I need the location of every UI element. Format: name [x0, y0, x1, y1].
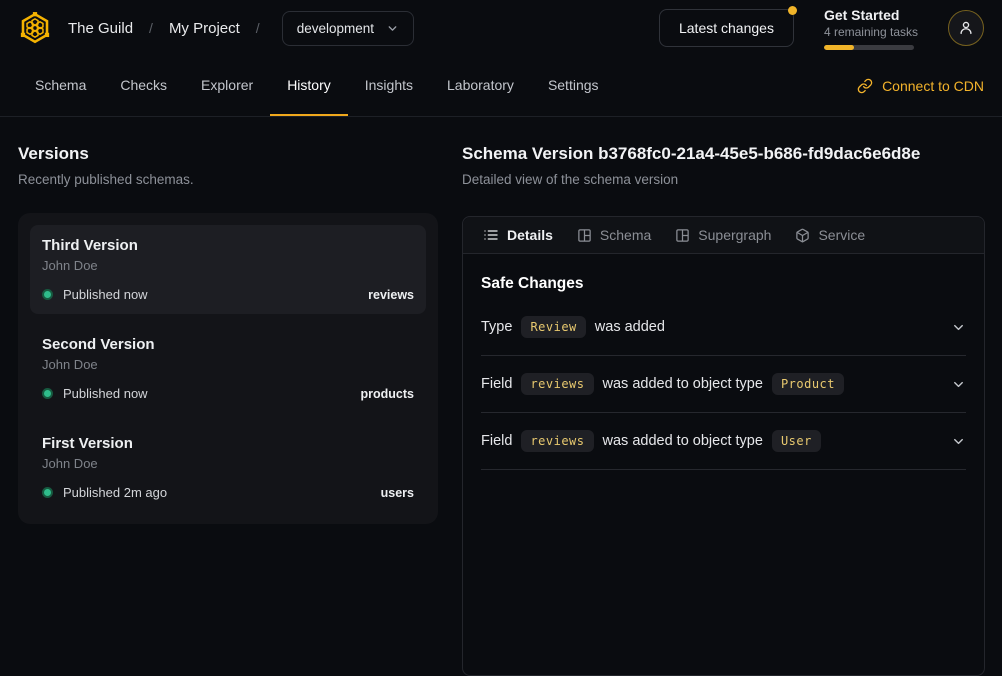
get-started-progress-fill — [824, 45, 854, 50]
latest-changes-label: Latest changes — [679, 20, 774, 36]
main-nav: Schema Checks Explorer History Insights … — [0, 56, 1002, 117]
changes-list: Type Review was added Field reviews was … — [481, 299, 966, 470]
published-text: Published 2m ago — [63, 485, 167, 500]
version-title: First Version — [42, 435, 414, 452]
environment-selector[interactable]: development — [282, 11, 414, 46]
connect-to-cdn-label: Connect to CDN — [882, 78, 984, 94]
change-suffix: was added to object type — [603, 433, 763, 449]
safe-changes-title: Safe Changes — [481, 275, 966, 293]
chevron-down-icon[interactable] — [951, 434, 966, 449]
link-icon — [857, 78, 873, 94]
header-left: The Guild / My Project / development — [18, 11, 414, 46]
user-icon — [957, 19, 975, 37]
published-text: Published now — [63, 386, 148, 401]
version-author: John Doe — [42, 357, 414, 372]
user-avatar-button[interactable] — [948, 10, 984, 46]
published-status-dot — [42, 487, 53, 498]
breadcrumb-project[interactable]: My Project — [169, 20, 240, 37]
tab-history[interactable]: History — [270, 56, 348, 116]
nav-spacer — [616, 56, 858, 116]
versions-section: Versions Recently published schemas. Thi… — [18, 144, 438, 676]
get-started-title: Get Started — [824, 7, 918, 23]
detail-panel-tabs: Details Schema Sup — [463, 217, 984, 254]
schema-version-title: Schema Version b3768fc0-21a4-45e5-b686-f… — [462, 144, 985, 164]
list-icon — [483, 227, 499, 243]
change-prefix: Field — [481, 433, 512, 449]
chevron-down-icon — [386, 22, 399, 35]
type-code-badge: Product — [772, 373, 844, 395]
type-code-badge: User — [772, 430, 821, 452]
type-code-badge: Review — [521, 316, 585, 338]
chevron-down-icon[interactable] — [951, 320, 966, 335]
tab-service[interactable]: Service — [795, 227, 865, 243]
chevron-down-icon[interactable] — [951, 377, 966, 392]
tab-supergraph[interactable]: Supergraph — [675, 227, 771, 243]
panels-icon — [577, 228, 592, 243]
get-started-subtitle: 4 remaining tasks — [824, 25, 918, 39]
version-title: Second Version — [42, 336, 414, 353]
breadcrumb-separator: / — [149, 20, 153, 36]
tab-supergraph-label: Supergraph — [698, 227, 771, 243]
service-name-badge: users — [381, 486, 414, 500]
tab-checks[interactable]: Checks — [103, 56, 184, 116]
versions-list: Third Version John Doe Published now rev… — [18, 213, 438, 524]
tab-laboratory[interactable]: Laboratory — [430, 56, 531, 116]
published-text: Published now — [63, 287, 148, 302]
change-row[interactable]: Field reviews was added to object type U… — [481, 413, 966, 470]
version-title: Third Version — [42, 237, 414, 254]
tab-details-label: Details — [507, 227, 553, 243]
schema-version-section: Schema Version b3768fc0-21a4-45e5-b686-f… — [462, 144, 985, 676]
change-row[interactable]: Type Review was added — [481, 299, 966, 356]
change-suffix: was added — [595, 319, 665, 335]
tab-explorer[interactable]: Explorer — [184, 56, 270, 116]
breadcrumb-separator: / — [256, 20, 260, 36]
header-right: Latest changes Get Started 4 remaining t… — [659, 7, 984, 50]
hive-logo-icon[interactable] — [18, 11, 52, 45]
cube-icon — [795, 228, 810, 243]
main-content: Versions Recently published schemas. Thi… — [0, 117, 1002, 676]
tab-settings[interactable]: Settings — [531, 56, 616, 116]
breadcrumb-org[interactable]: The Guild — [68, 20, 133, 37]
get-started-widget[interactable]: Get Started 4 remaining tasks — [824, 7, 918, 50]
versions-subtitle: Recently published schemas. — [18, 172, 438, 187]
change-prefix: Field — [481, 376, 512, 392]
connect-to-cdn-link[interactable]: Connect to CDN — [857, 56, 984, 116]
version-status-row: Published now reviews — [42, 287, 414, 302]
change-suffix: was added to object type — [603, 376, 763, 392]
version-detail-panel: Details Schema Sup — [462, 216, 985, 676]
tab-details[interactable]: Details — [483, 227, 553, 243]
version-author: John Doe — [42, 258, 414, 273]
panels-icon — [675, 228, 690, 243]
version-status-row: Published now products — [42, 386, 414, 401]
service-name-badge: reviews — [368, 288, 414, 302]
version-list-item[interactable]: Third Version John Doe Published now rev… — [30, 225, 426, 314]
tab-service-label: Service — [818, 227, 865, 243]
published-status-dot — [42, 388, 53, 399]
version-list-item[interactable]: Second Version John Doe Published now pr… — [30, 324, 426, 413]
get-started-progress — [824, 45, 914, 50]
change-prefix: Type — [481, 319, 512, 335]
tab-insights[interactable]: Insights — [348, 56, 430, 116]
version-list-item[interactable]: First Version John Doe Published 2m ago … — [30, 423, 426, 512]
environment-selector-value: development — [297, 21, 374, 36]
service-name-badge: products — [361, 387, 414, 401]
tab-schema-view-label: Schema — [600, 227, 651, 243]
app-header: The Guild / My Project / development Lat… — [0, 0, 1002, 56]
version-status-row: Published 2m ago users — [42, 485, 414, 500]
published-status-dot — [42, 289, 53, 300]
tab-schema-view[interactable]: Schema — [577, 227, 651, 243]
schema-version-subtitle: Detailed view of the schema version — [462, 172, 985, 187]
field-code-badge: reviews — [521, 430, 593, 452]
notification-dot — [788, 6, 797, 15]
tab-schema[interactable]: Schema — [18, 56, 103, 116]
detail-panel-body: Safe Changes Type Review was added Field… — [463, 254, 984, 470]
version-author: John Doe — [42, 456, 414, 471]
latest-changes-button[interactable]: Latest changes — [659, 9, 794, 47]
field-code-badge: reviews — [521, 373, 593, 395]
change-row[interactable]: Field reviews was added to object type P… — [481, 356, 966, 413]
versions-title: Versions — [18, 144, 438, 164]
